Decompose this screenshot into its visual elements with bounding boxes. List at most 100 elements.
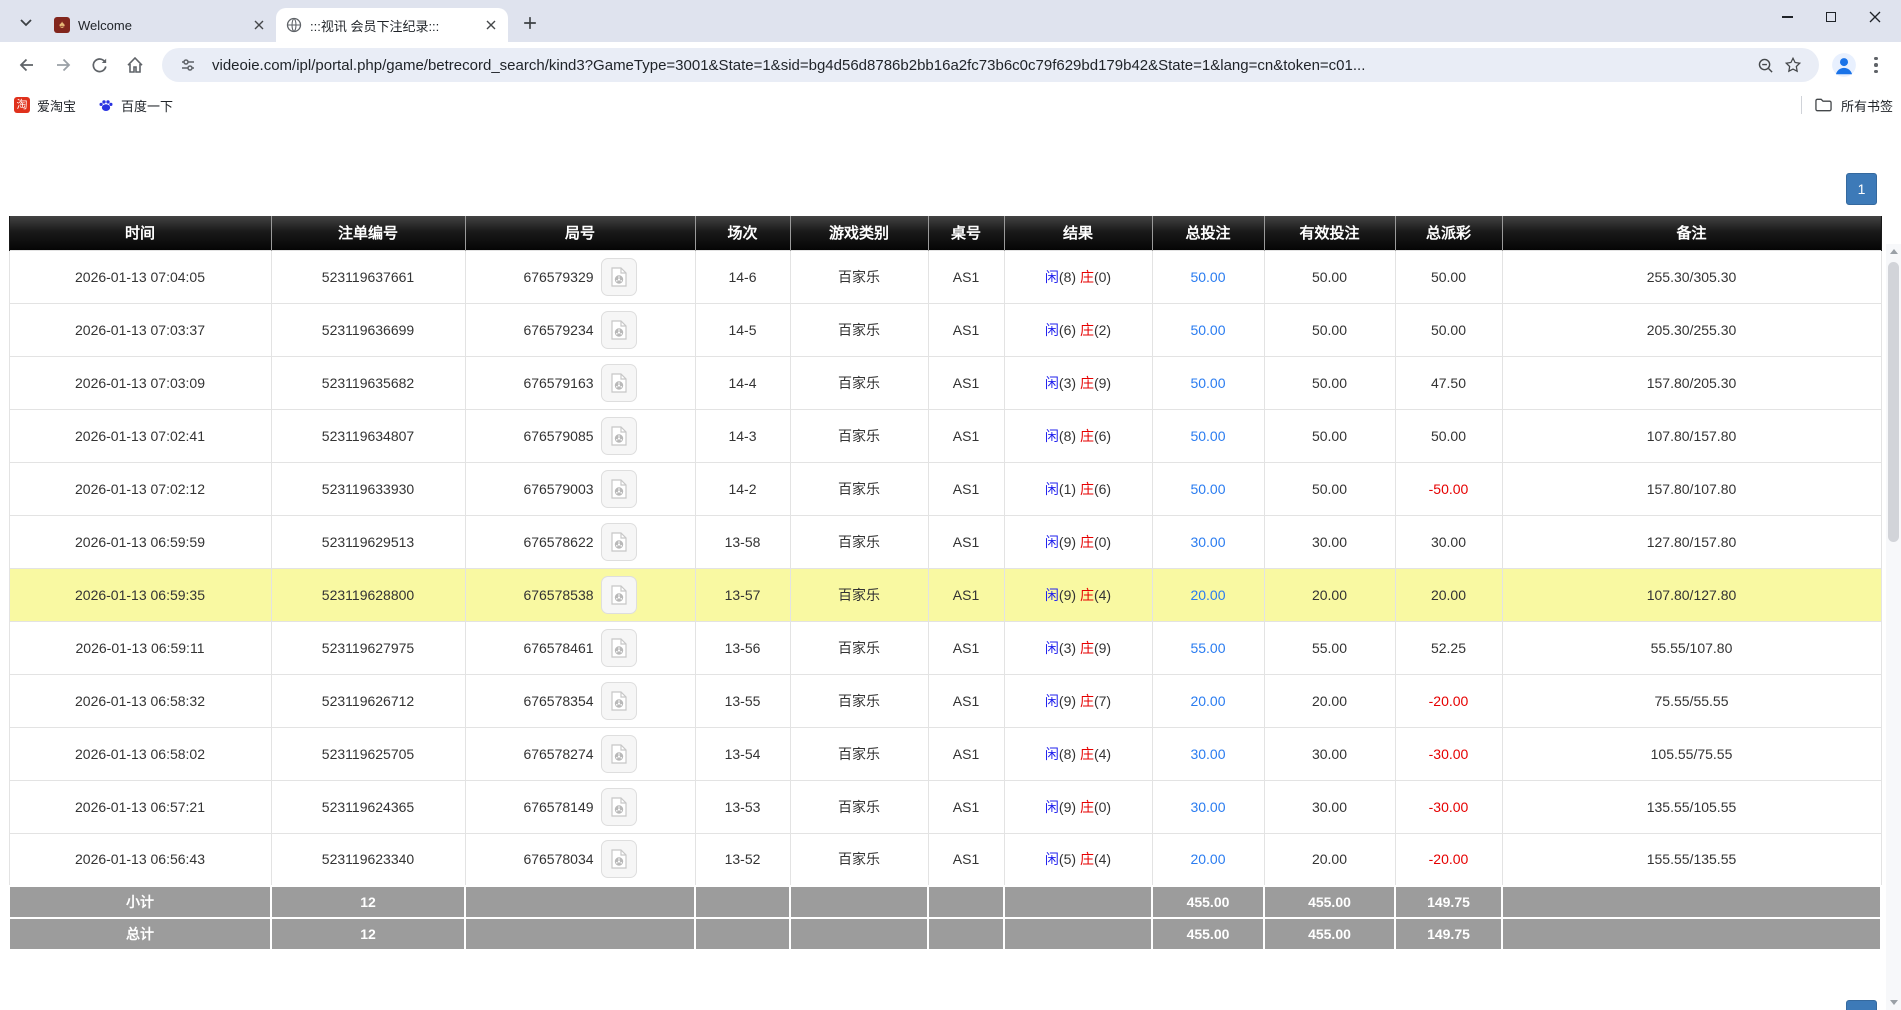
cell-session: 13-58 [695,515,790,568]
site-settings-tune-icon[interactable] [174,51,202,79]
bookmark-aitaobao[interactable]: 淘 爱淘宝 [14,96,76,115]
table-row[interactable]: 2026-01-13 06:59:35523119628800676578538… [9,568,1881,621]
table-row[interactable]: 2026-01-13 06:57:21523119624365676578149… [9,780,1881,833]
cell-payout: 50.00 [1395,303,1502,356]
total-bet-link[interactable]: 50.00 [1190,428,1225,444]
cell-session: 14-6 [695,250,790,303]
video-replay-icon[interactable] [601,470,637,508]
reload-icon[interactable] [82,48,116,82]
video-replay-icon[interactable] [601,364,637,402]
bookmark-star-icon[interactable] [1779,51,1807,79]
page-1-button[interactable]: 1 [1846,173,1877,205]
table-row[interactable]: 2026-01-13 06:59:59523119629513676578622… [9,515,1881,568]
table-row[interactable]: 2026-01-13 06:56:43523119623340676578034… [9,833,1881,886]
table-row[interactable]: 2026-01-13 07:03:09523119635682676579163… [9,356,1881,409]
video-replay-icon[interactable] [601,629,637,667]
video-replay-icon[interactable] [601,788,637,826]
result-banker: 庄 [1080,481,1094,497]
url-text[interactable]: videoie.com/ipl/portal.php/game/betrecor… [212,57,1751,74]
cell-payout: 50.00 [1395,409,1502,462]
tab-close-icon[interactable] [482,16,500,34]
back-icon[interactable] [10,48,44,82]
all-bookmarks[interactable]: 所有书签 [1801,96,1893,115]
cell-result: 闲(9) 庄(0) [1004,780,1152,833]
tab-welcome[interactable]: ♠ Welcome [44,8,276,42]
video-replay-icon[interactable] [601,523,637,561]
cell-round-id: 676579329 [465,250,695,303]
maximize-icon[interactable] [1809,0,1853,34]
cell-remark: 157.80/107.80 [1502,462,1881,515]
video-replay-icon[interactable] [601,682,637,720]
cell-game-type: 百家乐 [790,727,928,780]
footer-empty [790,886,928,918]
table-row[interactable]: 2026-01-13 07:04:05523119637661676579329… [9,250,1881,303]
video-replay-icon[interactable] [601,576,637,614]
table-row[interactable]: 2026-01-13 06:58:02523119625705676578274… [9,727,1881,780]
divider [1801,96,1802,114]
video-replay-icon[interactable] [601,417,637,455]
total-bet-link[interactable]: 55.00 [1190,640,1225,656]
all-bookmarks-label: 所有书签 [1841,96,1893,115]
cell-time: 2026-01-13 06:57:21 [9,780,271,833]
cell-game-type: 百家乐 [790,409,928,462]
total-bet-link[interactable]: 30.00 [1190,534,1225,550]
total-bet-link[interactable]: 20.00 [1190,851,1225,867]
scroll-down-icon[interactable] [1886,995,1901,1010]
tab-search-chevron-icon[interactable] [12,9,40,37]
cell-bet-id: 523119633930 [271,462,465,515]
result-player-score: (9) [1059,799,1076,815]
result-player-score: (9) [1059,693,1076,709]
cell-session: 13-52 [695,833,790,886]
table-row[interactable]: 2026-01-13 06:59:11523119627975676578461… [9,621,1881,674]
new-tab-button[interactable] [516,9,544,37]
cell-bet-id: 523119625705 [271,727,465,780]
total-bet-link[interactable]: 50.00 [1190,481,1225,497]
video-replay-icon[interactable] [601,735,637,773]
cell-table: AS1 [928,356,1004,409]
video-replay-icon[interactable] [601,311,637,349]
round-id-text: 676579234 [523,322,593,338]
cell-valid-bet: 20.00 [1264,568,1395,621]
cell-total-bet: 50.00 [1152,356,1264,409]
round-id-text: 676579003 [523,481,593,497]
table-row[interactable]: 2026-01-13 07:03:37523119636699676579234… [9,303,1881,356]
table-row[interactable]: 2026-01-13 06:58:32523119626712676578354… [9,674,1881,727]
cell-game-type: 百家乐 [790,833,928,886]
footer-label: 小计 [9,886,271,918]
close-window-icon[interactable] [1853,0,1897,34]
cell-round-id: 676579163 [465,356,695,409]
total-bet-link[interactable]: 30.00 [1190,799,1225,815]
browser-menu-icon[interactable] [1861,48,1891,82]
scrollbar-thumb[interactable] [1888,262,1899,542]
table-row[interactable]: 2026-01-13 07:02:12523119633930676579003… [9,462,1881,515]
tab-title: :::视讯 会员下注纪录::: [310,16,476,35]
taobao-icon: 淘 [14,97,30,113]
tab-close-icon[interactable] [250,16,268,34]
scroll-up-icon[interactable] [1886,244,1901,259]
footer-empty [695,886,790,918]
round-id-text: 676578461 [523,640,593,656]
total-bet-link[interactable]: 30.00 [1190,746,1225,762]
minimize-icon[interactable] [1765,0,1809,34]
table-row[interactable]: 2026-01-13 07:02:41523119634807676579085… [9,409,1881,462]
total-bet-link[interactable]: 50.00 [1190,269,1225,285]
address-bar[interactable]: videoie.com/ipl/portal.php/game/betrecor… [162,48,1819,82]
forward-icon[interactable] [46,48,80,82]
video-replay-icon[interactable] [601,258,637,296]
tab-betrecord[interactable]: :::视讯 会员下注纪录::: [276,8,508,42]
total-bet-link[interactable]: 20.00 [1190,693,1225,709]
cell-remark: 205.30/255.30 [1502,303,1881,356]
cell-valid-bet: 20.00 [1264,833,1395,886]
home-icon[interactable] [118,48,152,82]
profile-avatar-icon[interactable] [1827,48,1861,82]
zoom-out-icon[interactable] [1751,51,1779,79]
cell-total-bet: 30.00 [1152,780,1264,833]
footer-empty [465,886,695,918]
bookmark-baidu[interactable]: 百度一下 [98,96,173,115]
video-replay-icon[interactable] [601,840,637,878]
total-bet-link[interactable]: 20.00 [1190,587,1225,603]
total-bet-link[interactable]: 50.00 [1190,322,1225,338]
page-scrollbar[interactable] [1886,244,1901,1010]
bottom-page-button[interactable] [1846,1000,1877,1010]
total-bet-link[interactable]: 50.00 [1190,375,1225,391]
